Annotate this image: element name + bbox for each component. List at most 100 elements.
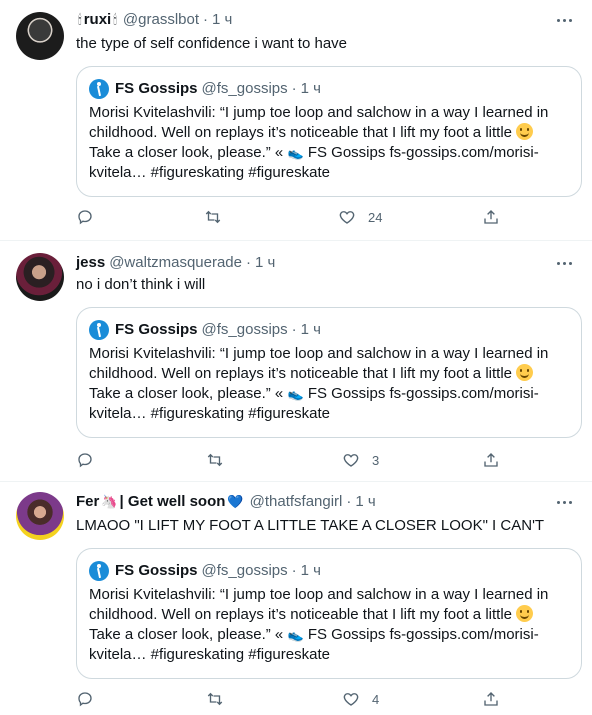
- share-icon: [484, 453, 498, 467]
- quote-avatar: [89, 79, 109, 99]
- like-icon: [343, 693, 359, 706]
- skate-shoe-emoji-icon: 👟: [287, 145, 304, 160]
- tweet-text: the type of self confidence i want to ha…: [76, 35, 348, 52]
- quote-user-handle: @fs_gossips: [201, 321, 288, 338]
- retweet-icon: [205, 210, 221, 224]
- retweet-icon: [207, 453, 223, 467]
- quote-display-name: FS Gossips: [115, 80, 198, 97]
- quote-timestamp: 1 ч: [300, 562, 321, 579]
- quoted-tweet[interactable]: FS Gossips @fs_gossips · 1 ч Morisi Kvit…: [76, 307, 582, 438]
- timestamp[interactable]: 1 ч: [255, 253, 275, 273]
- display-name-suffix[interactable]: | Get well soon: [120, 492, 226, 512]
- like-button[interactable]: 4: [342, 689, 379, 709]
- quoted-tweet[interactable]: FS Gossips @fs_gossips · 1 ч Morisi Kvit…: [76, 66, 582, 197]
- tweet[interactable]: Fer 🦄 | Get well soon 💙 @thatfsfangirl ·…: [0, 482, 592, 715]
- quote-line: kvitela… #figureskating #figureskate: [89, 164, 330, 181]
- reply-button[interactable]: [76, 450, 94, 470]
- tweet-text: no i don’t think i will: [76, 276, 206, 293]
- share-button[interactable]: [482, 450, 500, 470]
- more-icon[interactable]: [554, 253, 574, 273]
- quote-user-handle: @fs_gossips: [201, 80, 288, 97]
- quote-line: childhood. Well on replays it’s noticeab…: [89, 124, 512, 141]
- display-name[interactable]: jess: [76, 253, 105, 273]
- blue-heart-emoji: 💙: [227, 494, 244, 509]
- quote-text: Morisi Kvitelashvili: “I jump toe loop a…: [89, 585, 573, 665]
- like-count: 24: [368, 209, 383, 225]
- display-name[interactable]: ruxi: [84, 10, 112, 30]
- separator-dot: ·: [291, 562, 297, 579]
- avatar[interactable]: [16, 12, 64, 60]
- avatar[interactable]: [16, 253, 64, 301]
- retweet-button[interactable]: [204, 207, 222, 227]
- quote-line: childhood. Well on replays it’s noticeab…: [89, 606, 512, 623]
- smile-emoji-icon: [516, 605, 534, 622]
- more-icon[interactable]: [554, 492, 574, 512]
- quote-text: Morisi Kvitelashvili: “I jump toe loop a…: [89, 344, 573, 424]
- quote-line: kvitela… #figureskating #figureskate: [89, 646, 330, 663]
- quote-line: Morisi Kvitelashvili: “I jump toe loop a…: [89, 104, 549, 121]
- tweet[interactable]: 🕯 ruxi 🕯 @grasslbot · 1 ч the type of se…: [0, 0, 592, 241]
- candle-emoji: 🕯: [78, 12, 82, 27]
- tweet[interactable]: jess @waltzmasquerade · 1 ч no i don’t t…: [0, 241, 592, 482]
- quote-line: FS Gossips fs-gossips.com/morisi-: [307, 144, 539, 161]
- reply-icon: [78, 692, 92, 707]
- like-button[interactable]: 24: [338, 207, 382, 227]
- quote-text: Morisi Kvitelashvili: “I jump toe loop a…: [89, 103, 573, 183]
- action-bar: 3: [76, 450, 506, 470]
- smile-emoji-icon: [516, 123, 534, 140]
- reply-button[interactable]: [76, 207, 94, 227]
- quote-line: kvitela… #figureskating #figureskate: [89, 405, 330, 422]
- quote-timestamp: 1 ч: [300, 321, 321, 338]
- share-button[interactable]: [482, 689, 500, 709]
- share-icon: [484, 210, 498, 224]
- share-icon: [484, 692, 498, 706]
- quote-line: childhood. Well on replays it’s noticeab…: [89, 365, 512, 382]
- tweet-text: LMAOO "I LIFT MY FOOT A LITTLE TAKE A CL…: [76, 517, 545, 534]
- like-icon: [343, 454, 359, 467]
- action-bar: 4: [76, 689, 506, 709]
- separator-dot: ·: [291, 321, 297, 338]
- separator-dot: ·: [291, 80, 297, 97]
- share-button[interactable]: [482, 207, 500, 227]
- quote-line: Take a closer look, please.” «: [89, 626, 284, 643]
- smile-emoji-icon: [516, 364, 534, 381]
- timestamp[interactable]: 1 ч: [212, 10, 232, 30]
- quote-avatar: [89, 320, 109, 340]
- action-bar: 24: [76, 207, 506, 227]
- separator-dot: ·: [246, 254, 251, 271]
- retweet-button[interactable]: [206, 689, 224, 709]
- quote-line: FS Gossips fs-gossips.com/morisi-: [307, 385, 539, 402]
- like-icon: [339, 211, 355, 224]
- separator-dot: ·: [346, 493, 352, 510]
- reply-icon: [78, 210, 92, 225]
- avatar[interactable]: [16, 492, 64, 540]
- display-name[interactable]: Fer: [76, 492, 99, 512]
- quote-user-handle: @fs_gossips: [201, 562, 288, 579]
- separator-dot: ·: [203, 11, 209, 28]
- like-count: 4: [372, 691, 380, 707]
- quote-line: Morisi Kvitelashvili: “I jump toe loop a…: [89, 586, 549, 603]
- more-icon[interactable]: [554, 10, 574, 30]
- candle-emoji: 🕯: [113, 12, 117, 27]
- user-handle[interactable]: @thatfsfangirl: [250, 492, 343, 512]
- like-button[interactable]: 3: [342, 450, 379, 470]
- like-count: 3: [372, 452, 380, 468]
- quote-avatar: [89, 561, 109, 581]
- quote-line: FS Gossips fs-gossips.com/morisi-: [307, 626, 539, 643]
- quote-line: Take a closer look, please.” «: [89, 144, 284, 161]
- user-handle[interactable]: @grasslbot: [123, 10, 199, 30]
- reply-button[interactable]: [76, 689, 94, 709]
- quote-timestamp: 1 ч: [300, 80, 321, 97]
- quoted-tweet[interactable]: FS Gossips @fs_gossips · 1 ч Morisi Kvit…: [76, 548, 582, 679]
- reply-icon: [78, 453, 92, 468]
- quote-display-name: FS Gossips: [115, 562, 198, 579]
- unicorn-emoji: 🦄: [101, 494, 118, 509]
- quote-line: Take a closer look, please.” «: [89, 385, 284, 402]
- quote-line: Morisi Kvitelashvili: “I jump toe loop a…: [89, 345, 549, 362]
- user-handle[interactable]: @waltzmasquerade: [109, 253, 242, 273]
- retweet-button[interactable]: [206, 450, 224, 470]
- timestamp[interactable]: 1 ч: [355, 492, 375, 512]
- skate-shoe-emoji-icon: 👟: [287, 627, 304, 642]
- quote-display-name: FS Gossips: [115, 321, 198, 338]
- retweet-icon: [207, 692, 223, 706]
